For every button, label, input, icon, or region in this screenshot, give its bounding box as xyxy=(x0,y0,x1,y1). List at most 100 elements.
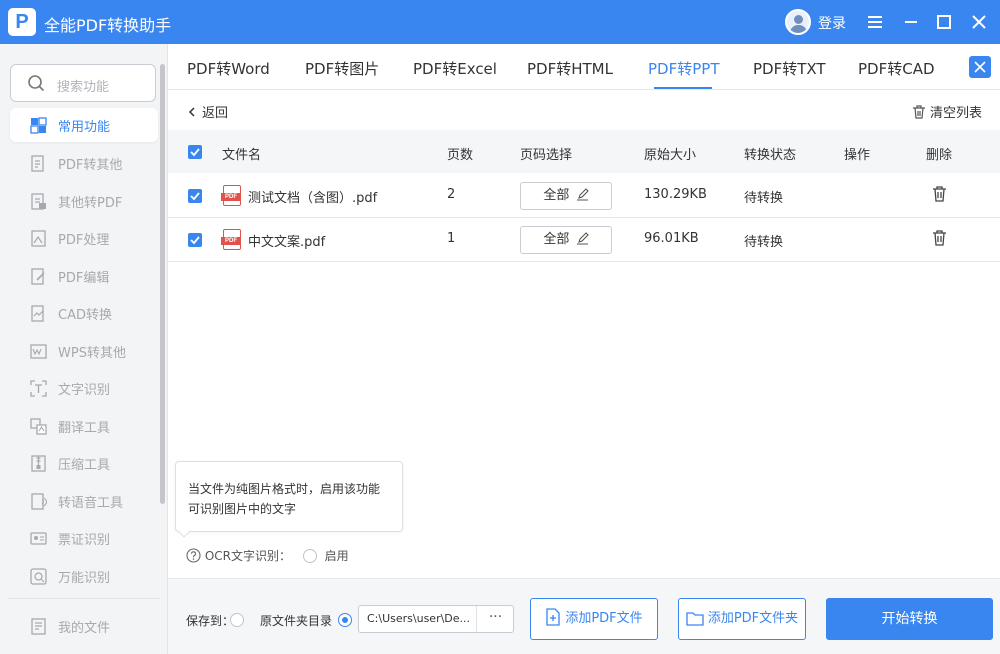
sidebar-item-voice[interactable]: 转语音工具 xyxy=(10,484,158,518)
menu-icon[interactable] xyxy=(863,10,887,34)
add-folder-label: 添加PDF文件夹 xyxy=(707,611,799,626)
sidebar-scrollbar[interactable] xyxy=(160,64,165,504)
login-link[interactable]: 登录 xyxy=(818,13,846,33)
add-file-icon xyxy=(546,608,560,626)
header-original-size: 原始大小 xyxy=(644,148,697,163)
tab-pdf-image[interactable]: PDF转图片 xyxy=(305,58,379,79)
search-input[interactable]: 搜索功能 xyxy=(10,64,156,102)
row-checkbox[interactable] xyxy=(188,189,202,203)
title-bar: P 全能PDF转换助手 登录 xyxy=(0,0,1000,44)
chevron-left-icon xyxy=(188,107,195,117)
sidebar-item-label: 票证识别 xyxy=(58,533,111,548)
file-name: 测试文档（含图）.pdf xyxy=(248,191,378,206)
table-row[interactable]: PDF 中文文案.pdf 1 全部 96.01KB 待转换 xyxy=(168,218,1000,262)
common-functions-icon xyxy=(30,117,47,134)
page-range-label: 全部 xyxy=(543,232,570,247)
table-row[interactable]: PDF 测试文档（含图）.pdf 2 全部 130.29KB 待转换 xyxy=(168,174,1000,218)
add-pdf-folder-button[interactable]: 添加PDF文件夹 xyxy=(678,598,806,640)
page-range-label: 全部 xyxy=(543,188,570,203)
header-page-select: 页码选择 xyxy=(520,148,573,163)
ocr-enable-label: 启用 xyxy=(324,549,349,563)
sidebar-item-ticket[interactable]: 票证识别 xyxy=(10,521,158,555)
pdf-badge-label: PDF xyxy=(221,237,241,245)
add-pdf-file-button[interactable]: 添加PDF文件 xyxy=(530,598,658,640)
sidebar-item-label: 我的文件 xyxy=(58,621,111,636)
help-icon[interactable] xyxy=(186,548,201,563)
close-icon[interactable] xyxy=(967,10,991,34)
start-convert-button[interactable]: 开始转换 xyxy=(826,598,993,640)
sidebar-item-label: WPS转其他 xyxy=(58,346,126,361)
sidebar-item-label: CAD转换 xyxy=(58,308,112,323)
ticket-recognition-icon xyxy=(30,532,47,545)
header-delete: 删除 xyxy=(926,148,953,163)
sidebar-item-label: 其他转PDF xyxy=(58,196,123,211)
sidebar-item-label: 文字识别 xyxy=(58,383,111,398)
tab-pdf-ppt[interactable]: PDF转PPT xyxy=(648,58,719,79)
page-range-button[interactable]: 全部 xyxy=(520,182,612,210)
sidebar-item-other-to-pdf[interactable]: 其他转PDF xyxy=(10,184,158,218)
sidebar-item-common[interactable]: 常用功能 xyxy=(10,108,158,142)
pdf-process-icon xyxy=(31,230,46,247)
edit-icon xyxy=(576,188,589,201)
voice-icon xyxy=(31,493,47,510)
original-dir-radio[interactable] xyxy=(230,613,244,627)
page-range-button[interactable]: 全部 xyxy=(520,226,612,254)
sidebar-item-wps[interactable]: WPS转其他 xyxy=(10,334,158,368)
sidebar-item-pdf-to-other[interactable]: PDF转其他 xyxy=(10,146,158,180)
convert-status: 待转换 xyxy=(744,191,784,206)
convert-status: 待转换 xyxy=(744,235,784,250)
sidebar-item-universal[interactable]: 万能识别 xyxy=(10,559,158,593)
sidebar-item-text-recognition[interactable]: 文字识别 xyxy=(10,371,158,405)
custom-dir-radio[interactable] xyxy=(338,613,352,627)
delete-icon[interactable] xyxy=(932,186,947,202)
delete-icon[interactable] xyxy=(932,230,947,246)
avatar[interactable] xyxy=(785,9,811,35)
sidebar-item-label: 翻译工具 xyxy=(58,421,111,436)
header-filename: 文件名 xyxy=(222,148,262,163)
tab-pdf-txt[interactable]: PDF转TXT xyxy=(753,58,826,79)
output-path-field[interactable]: C:\Users\user\De... ··· xyxy=(358,605,514,633)
maximize-icon[interactable] xyxy=(932,10,956,34)
browse-button[interactable]: ··· xyxy=(476,606,514,632)
pdf-edit-icon xyxy=(31,268,45,285)
main-panel: PDF转Word PDF转图片 PDF转Excel PDF转HTML PDF转P… xyxy=(168,44,1000,654)
tab-pdf-html[interactable]: PDF转HTML xyxy=(527,58,613,79)
sidebar-item-pdf-process[interactable]: PDF处理 xyxy=(10,221,158,255)
header-pages: 页数 xyxy=(447,148,474,163)
edit-icon xyxy=(576,232,589,245)
page-count: 1 xyxy=(447,231,456,246)
file-size: 96.01KB xyxy=(644,231,699,246)
sidebar-item-my-files[interactable]: 我的文件 xyxy=(10,609,158,643)
checkmark-icon xyxy=(190,148,200,157)
tab-pdf-cad[interactable]: PDF转CAD xyxy=(858,58,935,79)
universal-recognition-icon xyxy=(30,568,47,585)
ocr-enable-radio[interactable] xyxy=(302,548,317,563)
text-recognition-icon xyxy=(30,380,47,397)
sidebar-item-pdf-edit[interactable]: PDF编辑 xyxy=(10,259,158,293)
minimize-icon[interactable] xyxy=(899,10,923,34)
clear-list-button[interactable]: 清空列表 xyxy=(912,102,982,121)
output-path-value: C:\Users\user\De... xyxy=(367,612,471,625)
row-checkbox[interactable] xyxy=(188,233,202,247)
page-count: 2 xyxy=(447,187,456,202)
other-to-pdf-icon xyxy=(31,193,46,210)
active-tab-indicator xyxy=(654,87,712,89)
sidebar-item-cad[interactable]: CAD转换 xyxy=(10,296,158,330)
save-to-label: 保存到： xyxy=(186,614,235,628)
compress-icon xyxy=(31,455,46,472)
select-all-checkbox[interactable] xyxy=(188,145,202,159)
search-placeholder: 搜索功能 xyxy=(57,80,110,95)
sidebar-item-compress[interactable]: 压缩工具 xyxy=(10,446,158,480)
add-file-label: 添加PDF文件 xyxy=(565,611,643,626)
tab-pdf-excel[interactable]: PDF转Excel xyxy=(413,58,497,79)
checkmark-icon xyxy=(190,236,200,245)
pdf-badge-label: PDF xyxy=(221,193,241,201)
trash-icon xyxy=(912,105,925,119)
cad-convert-icon xyxy=(31,305,44,322)
tab-close-button[interactable] xyxy=(969,56,991,78)
sidebar-item-translate[interactable]: 翻译工具 xyxy=(10,409,158,443)
tab-pdf-word[interactable]: PDF转Word xyxy=(187,58,270,79)
header-status: 转换状态 xyxy=(744,148,797,163)
table-header: 文件名 页数 页码选择 原始大小 转换状态 操作 删除 xyxy=(168,130,1000,173)
back-button[interactable]: 返回 xyxy=(188,102,228,121)
